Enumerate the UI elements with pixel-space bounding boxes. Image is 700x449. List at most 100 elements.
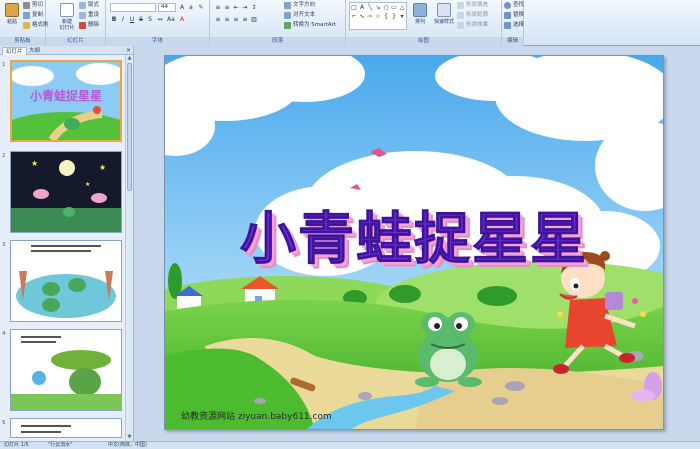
- svg-text:★: ★: [31, 159, 38, 168]
- copy-icon: [23, 12, 30, 19]
- quick-styles-button[interactable]: 快速样式: [432, 2, 456, 35]
- rounded-rect-icon[interactable]: ▭: [390, 4, 398, 11]
- slide-count: 幻灯片 1/5: [4, 442, 29, 448]
- slide-thumbnail-4[interactable]: [10, 329, 122, 411]
- slide-thumbnail-2[interactable]: ★ ★ ★: [10, 151, 122, 233]
- increase-indent-icon[interactable]: ⇥: [241, 3, 249, 11]
- italic-icon[interactable]: I: [119, 15, 127, 23]
- line-spacing-icon[interactable]: ↕: [250, 3, 258, 11]
- oval-shape-icon[interactable]: ○: [382, 4, 390, 11]
- tab-slides[interactable]: 幻灯片: [2, 47, 27, 55]
- underline-icon[interactable]: U: [128, 15, 136, 23]
- brush-icon: [23, 22, 30, 29]
- slides-group-label: 幻灯片: [46, 37, 105, 46]
- bullets-icon[interactable]: ≡: [214, 3, 222, 11]
- shape-fill-button[interactable]: 形状填充: [457, 1, 488, 10]
- decrease-indent-icon[interactable]: ⇤: [232, 3, 240, 11]
- strikethrough-icon[interactable]: S: [137, 15, 145, 23]
- current-slide[interactable]: 小青蛙捉星星 幼教资源网站 ziyuan.baby611.com: [164, 55, 664, 430]
- rect-shape-icon[interactable]: □: [350, 4, 358, 11]
- elbow-connector-icon[interactable]: ⌐: [350, 13, 358, 20]
- line-shape-icon[interactable]: ╲: [366, 4, 374, 11]
- shape-outline-button[interactable]: 形状轮廓: [457, 11, 488, 20]
- paragraph-group-label: 段落: [210, 37, 345, 46]
- slide-title[interactable]: 小青蛙捉星星: [165, 194, 663, 275]
- paste-icon: [5, 3, 19, 17]
- clear-format-icon[interactable]: ✎: [197, 3, 205, 11]
- scroll-down-icon[interactable]: ▼: [126, 434, 133, 441]
- thumb-1-title: 小青蛙捉星星: [30, 88, 102, 103]
- arrange-button[interactable]: 排列: [410, 2, 430, 35]
- align-right-icon[interactable]: ≡: [232, 15, 240, 23]
- new-slide-button[interactable]: 新建 幻灯片: [56, 2, 78, 35]
- select-icon: [504, 22, 511, 29]
- find-button[interactable]: 查找: [504, 1, 524, 10]
- thumb-number: 3: [2, 242, 6, 248]
- replace-button[interactable]: 替换: [504, 11, 524, 20]
- thumb-2-image: ★ ★ ★: [11, 152, 121, 232]
- layout-icon: [79, 2, 86, 9]
- justify-icon[interactable]: ≡: [241, 15, 249, 23]
- slide-editing-area: 小青蛙捉星星 幼教资源网站 ziyuan.baby611.com: [134, 46, 700, 441]
- outline-icon: [457, 12, 464, 19]
- close-icon[interactable]: ×: [126, 46, 131, 55]
- pane-scrollbar[interactable]: ▲ ▼: [125, 55, 133, 441]
- shapes-gallery[interactable]: □ A ╲ ↘ ○ ▭ △ ⌐ ∿ ⇨ ☆{} ▾: [349, 2, 407, 30]
- bold-icon[interactable]: B: [110, 15, 118, 23]
- effects-icon: [457, 22, 464, 29]
- columns-icon[interactable]: ▥: [250, 15, 258, 23]
- quick-styles-icon: [437, 3, 451, 17]
- font-size-combo[interactable]: 44: [158, 3, 176, 12]
- thumb-5-image: [11, 419, 121, 437]
- grow-font-icon[interactable]: A: [178, 3, 186, 11]
- change-case-icon[interactable]: Aa: [166, 15, 175, 23]
- select-button[interactable]: 选择: [504, 21, 524, 30]
- language: 中文(简体，中国): [108, 442, 147, 448]
- thumb-3-image: [11, 241, 121, 321]
- smartart-icon: [284, 22, 291, 29]
- more-shapes-icon[interactable]: ▾: [398, 13, 406, 20]
- slide-thumbnail-1[interactable]: 小青蛙捉星星: [10, 60, 122, 142]
- triangle-shape-icon[interactable]: △: [398, 4, 406, 11]
- tab-outline[interactable]: 大纲: [26, 47, 43, 55]
- shape-effects-button[interactable]: 形状效果: [457, 21, 488, 30]
- shrink-font-icon[interactable]: a: [187, 3, 195, 11]
- thumb-number: 1: [2, 62, 6, 68]
- scissors-icon: [23, 2, 30, 9]
- text-direction-button[interactable]: 文字方向: [284, 1, 315, 10]
- arrow-shape-icon[interactable]: ↘: [374, 4, 382, 11]
- char-spacing-icon[interactable]: ↔: [156, 15, 164, 23]
- paste-button[interactable]: 粘贴: [2, 2, 22, 35]
- star-shape-icon[interactable]: ☆: [374, 13, 382, 20]
- format-painter-button[interactable]: 格式刷: [23, 21, 49, 30]
- slide-thumbnail-3[interactable]: [10, 240, 122, 322]
- font-group-label: 字体: [106, 37, 209, 46]
- ribbon: 粘贴 剪切 复制 格式刷 剪贴板 新建 幻灯片 版式 重设 删除 幻灯片 44 …: [0, 0, 700, 46]
- font-name-combo[interactable]: [110, 3, 156, 12]
- shadow-text-icon[interactable]: S: [146, 15, 154, 23]
- text-box-icon[interactable]: A: [358, 4, 366, 11]
- layout-button[interactable]: 版式: [79, 1, 99, 10]
- reset-button[interactable]: 重设: [79, 11, 99, 20]
- scroll-thumb[interactable]: [127, 63, 132, 191]
- font-color-icon[interactable]: A: [178, 15, 186, 23]
- align-center-icon[interactable]: ≡: [223, 15, 231, 23]
- slide-thumbnail-5[interactable]: [10, 418, 122, 438]
- bracket-shape-icon[interactable]: }: [390, 13, 398, 20]
- numbering-icon[interactable]: ≡: [223, 3, 231, 11]
- website-watermark: 幼教资源网站 ziyuan.baby611.com: [181, 412, 332, 422]
- drawing-group-label: 绘图: [346, 37, 501, 46]
- right-arrow-shape-icon[interactable]: ⇨: [366, 13, 374, 20]
- align-left-icon[interactable]: ≡: [214, 15, 222, 23]
- copy-button[interactable]: 复制: [23, 11, 43, 20]
- smartart-button[interactable]: 转换为 SmartArt: [284, 21, 336, 30]
- scroll-up-icon[interactable]: ▲: [126, 55, 133, 62]
- curve-shape-icon[interactable]: ∿: [358, 13, 366, 20]
- thumb-4-image: [11, 330, 121, 410]
- cut-button[interactable]: 剪切: [23, 1, 43, 10]
- delete-icon: [79, 22, 86, 29]
- thumb-1-image: 小青蛙捉星星: [12, 62, 120, 140]
- align-text-button[interactable]: 对齐文本: [284, 11, 315, 20]
- delete-slide-button[interactable]: 删除: [79, 21, 99, 30]
- brace-shape-icon[interactable]: {: [382, 13, 390, 20]
